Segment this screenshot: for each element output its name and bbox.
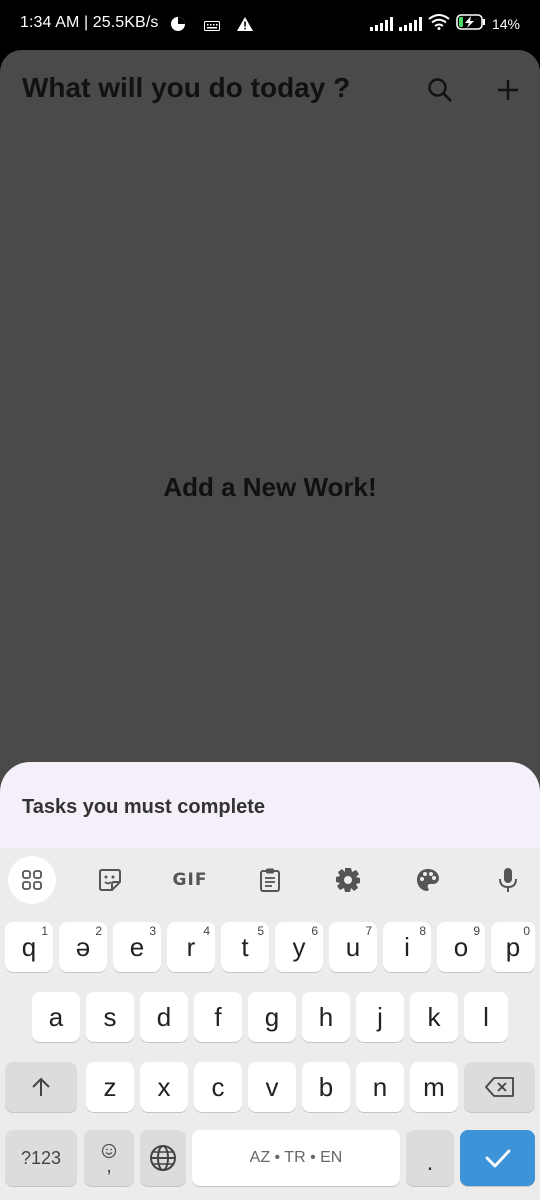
shift-arrow-icon — [32, 1077, 50, 1096]
status-right: 14% — [369, 14, 520, 33]
status-notification-icons — [170, 16, 254, 37]
key-b[interactable]: b — [302, 1062, 350, 1112]
key-o[interactable]: o9 — [437, 922, 485, 972]
clipboard-button[interactable] — [246, 856, 294, 904]
gif-label: GIF — [172, 870, 208, 890]
app-screen: What will you do today ? Add a New Work! — [0, 50, 540, 810]
keyboard-toolbar: GIF — [0, 848, 540, 912]
key-h[interactable]: h — [302, 992, 350, 1042]
data-saver-icon — [170, 16, 186, 37]
search-button[interactable] — [420, 70, 460, 110]
key-d[interactable]: d — [140, 992, 188, 1042]
key-z[interactable]: z — [86, 1062, 134, 1112]
search-icon — [428, 78, 452, 102]
backspace-key[interactable] — [464, 1062, 535, 1112]
key-x[interactable]: x — [140, 1062, 188, 1112]
microphone-icon — [499, 868, 517, 892]
shift-key[interactable] — [5, 1062, 77, 1112]
status-bar: 1:34 AM | 25.5KB/s 14% — [0, 0, 540, 50]
battery-charging-icon — [456, 14, 486, 33]
wifi-icon — [428, 14, 450, 33]
signal-icon — [369, 16, 393, 31]
key-f[interactable]: f — [194, 992, 242, 1042]
key-u[interactable]: u7 — [329, 922, 377, 972]
warning-icon — [236, 16, 254, 37]
key-i[interactable]: i8 — [383, 922, 431, 972]
key-g[interactable]: g — [248, 992, 296, 1042]
emoji-comma-key[interactable]: , — [84, 1130, 134, 1186]
plus-icon — [498, 80, 518, 100]
space-key[interactable]: AZ • TR • EN — [192, 1130, 400, 1186]
tasks-sheet[interactable]: Tasks you must complete — [0, 762, 540, 852]
key-t[interactable]: t5 — [221, 922, 269, 972]
sticker-button[interactable] — [86, 856, 134, 904]
period-key[interactable]: . — [406, 1130, 454, 1186]
done-key[interactable] — [460, 1130, 535, 1186]
key-q[interactable]: q1 — [5, 922, 53, 972]
key-m[interactable]: m — [410, 1062, 458, 1112]
empty-state-text: Add a New Work! — [163, 472, 377, 502]
key-y[interactable]: y6 — [275, 922, 323, 972]
keyboard-icon — [204, 18, 220, 36]
theme-button[interactable] — [404, 856, 452, 904]
language-key[interactable] — [140, 1130, 186, 1186]
key-schwa[interactable]: ə2 — [59, 922, 107, 972]
battery-percent: 14% — [491, 15, 520, 32]
grid-icon — [22, 870, 42, 890]
key-s[interactable]: s — [86, 992, 134, 1042]
gif-button[interactable]: GIF — [166, 856, 214, 904]
signal-icon — [398, 16, 422, 31]
key-e[interactable]: e3 — [113, 922, 161, 972]
key-k[interactable]: k — [410, 992, 458, 1042]
globe-icon — [150, 1145, 176, 1171]
palette-icon — [417, 869, 439, 891]
keyboard: GIF q1 ə2 e3 r4 t5 y6 u7 i8 o9 p0 a s d … — [0, 848, 540, 1200]
key-p[interactable]: p0 — [491, 922, 535, 972]
backspace-icon — [484, 1077, 514, 1097]
apps-grid-button[interactable] — [8, 856, 56, 904]
page-title: What will you do today ? — [22, 72, 351, 103]
status-time: 1:34 AM | 25.5KB/s — [20, 14, 159, 31]
key-v[interactable]: v — [248, 1062, 296, 1112]
key-c[interactable]: c — [194, 1062, 242, 1112]
key-a[interactable]: a — [32, 992, 80, 1042]
gear-icon — [336, 868, 360, 892]
clipboard-icon — [260, 868, 280, 892]
key-l[interactable]: l — [464, 992, 508, 1042]
symbols-key[interactable]: ?123 — [5, 1130, 77, 1186]
period-label: . — [426, 1149, 434, 1176]
sticker-icon — [99, 869, 121, 891]
sheet-title: Tasks you must complete — [22, 796, 266, 818]
key-r[interactable]: r4 — [167, 922, 215, 972]
add-button[interactable] — [488, 70, 528, 110]
key-n[interactable]: n — [356, 1062, 404, 1112]
voice-input-button[interactable] — [484, 856, 532, 904]
key-j[interactable]: j — [356, 992, 404, 1042]
comma-label: , — [106, 1155, 112, 1177]
checkmark-icon — [485, 1149, 510, 1168]
settings-button[interactable] — [324, 856, 372, 904]
